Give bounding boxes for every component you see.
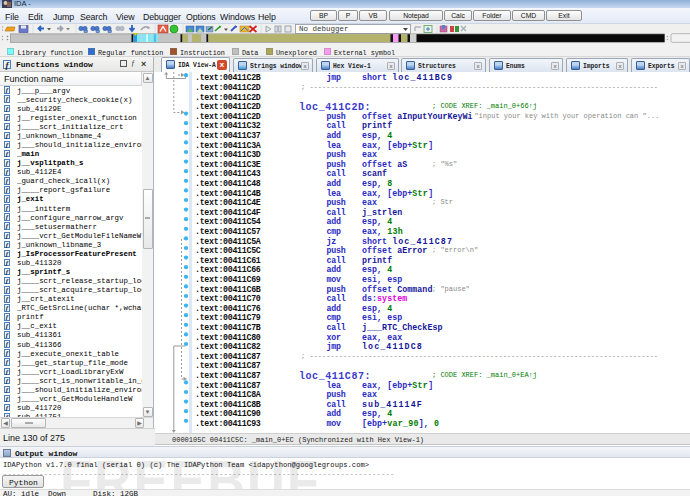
- svg-text:No debugger: No debugger: [299, 25, 349, 33]
